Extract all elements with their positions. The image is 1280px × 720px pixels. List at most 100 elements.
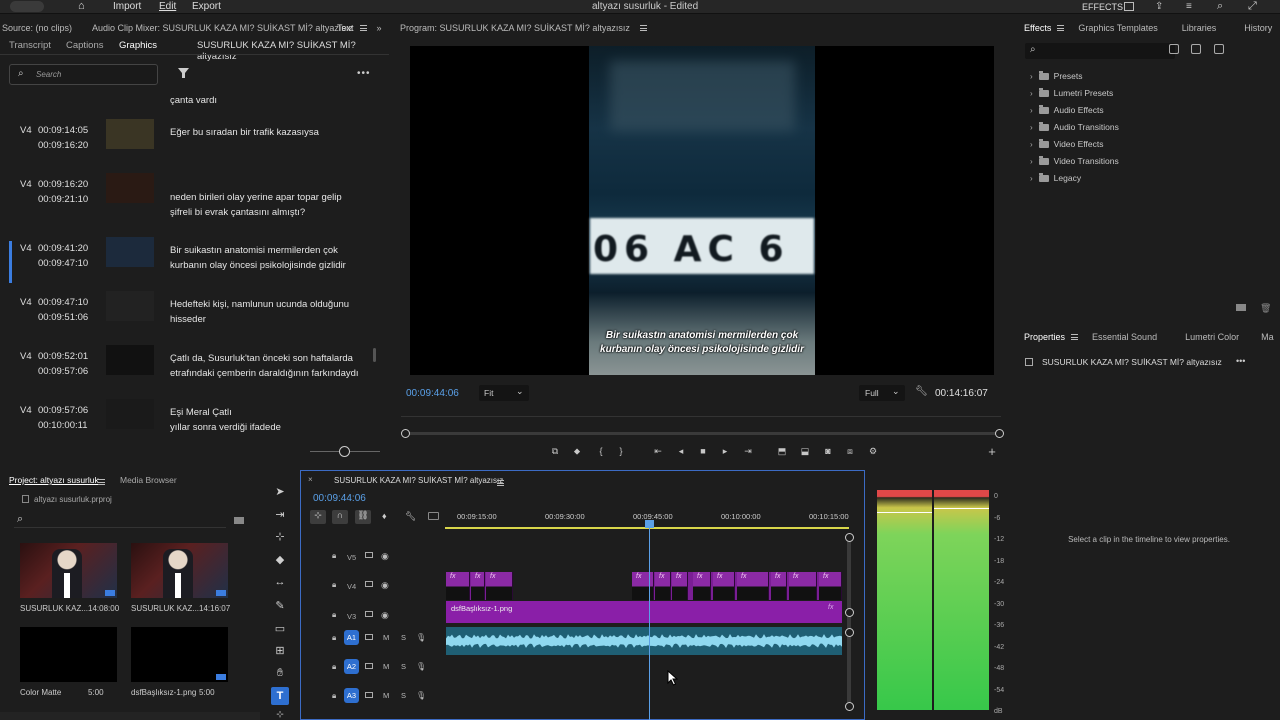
zoom-tool[interactable]: ⊞ <box>271 641 289 659</box>
scrub-end-handle[interactable] <box>995 429 1004 438</box>
timeline-timecode[interactable]: 00:09:44:06 <box>313 493 366 504</box>
eye-icon[interactable]: ◉ <box>381 610 389 621</box>
chevron-right-icon[interactable]: › <box>1030 174 1033 183</box>
add-button-icon[interactable]: + <box>985 444 999 459</box>
mute-button[interactable]: M <box>383 633 389 642</box>
caption-item[interactable]: V4 00:09:47:10 00:09:51:06 Hedefteki kişi, … <box>0 291 388 351</box>
project-thumbnail[interactable] <box>20 627 117 682</box>
a1-audio-clip[interactable] <box>446 627 842 655</box>
menu-export[interactable]: Export <box>192 1 221 12</box>
effects-item[interactable]: › Lumetri Presets <box>1030 86 1113 100</box>
fullscreen-icon[interactable]: ⤢ <box>1248 0 1257 13</box>
properties-menu-icon[interactable] <box>1071 334 1079 340</box>
go-to-out-icon[interactable]: ⇥ <box>741 444 755 458</box>
rectangle-tool[interactable]: ▭ <box>271 619 289 637</box>
project-tab[interactable]: Project: altyazı susurluk <box>9 475 99 485</box>
tab-properties[interactable]: Properties <box>1024 332 1065 342</box>
eye-icon[interactable]: ◉ <box>381 580 389 591</box>
chevron-right-icon[interactable]: › <box>1030 72 1033 81</box>
yuv-effects-icon[interactable] <box>1214 44 1224 54</box>
linked-selection-icon[interactable]: ⛓︎ <box>355 510 371 524</box>
eye-icon[interactable]: ◉ <box>381 551 389 562</box>
caption-item[interactable]: V4 00:09:14:05 00:09:16:20 Eğer bu sıradan … <box>0 119 388 179</box>
properties-more-icon[interactable]: ••• <box>1236 356 1245 366</box>
step-forward-icon[interactable]: ▸ <box>718 444 732 458</box>
panel-menu-icon[interactable] <box>359 25 367 31</box>
track-target-button[interactable]: A2 <box>344 659 359 674</box>
caption-item[interactable]: V4 00:09:41:20 00:09:47:10 Bir suikastın an… <box>0 237 388 297</box>
sync-lock-icon[interactable] <box>365 634 373 640</box>
caption-item[interactable]: V4 00:09:16:20 00:09:21:10 neden birileri o… <box>0 173 388 233</box>
magnet-icon[interactable]: ∩ <box>332 510 348 524</box>
v3-clip[interactable]: dsfBaşlıksız-1.png fx <box>446 601 842 623</box>
filter-icon[interactable] <box>178 67 189 79</box>
pen-tool[interactable]: ✎ <box>271 596 289 614</box>
close-icon[interactable]: × <box>308 475 313 484</box>
scrub-start-handle[interactable] <box>401 429 410 438</box>
delete-icon[interactable]: 🗑︎ <box>1260 303 1271 314</box>
lift-icon[interactable]: ⬒ <box>775 444 789 458</box>
scroll-handle-top[interactable] <box>845 533 854 542</box>
program-video[interactable]: 06 AC 6 Bir suikastın anatomisi mermiler… <box>410 46 994 375</box>
tab-captions[interactable]: Captions <box>66 40 104 51</box>
effects-item[interactable]: › Presets <box>1030 69 1083 83</box>
effects-item[interactable]: › Video Transitions <box>1030 154 1119 168</box>
mute-button[interactable]: M <box>383 691 389 700</box>
tab-graphics-templates[interactable]: Graphics Templates <box>1078 23 1157 33</box>
media-browser-tab[interactable]: Media Browser <box>120 475 177 485</box>
solo-button[interactable]: S <box>401 633 406 642</box>
stop-icon[interactable]: ■ <box>696 444 710 458</box>
lock-icon[interactable]: 🔒︎ <box>332 580 336 590</box>
tab-transcript[interactable]: Transcript <box>9 40 51 51</box>
lock-icon[interactable]: 🔒︎ <box>332 610 336 620</box>
tab-libraries[interactable]: Libraries <box>1182 23 1217 33</box>
scrub-bar[interactable] <box>404 432 1000 435</box>
project-thumbnail[interactable] <box>131 543 228 598</box>
track-target-button[interactable]: A1 <box>344 630 359 645</box>
project-thumbnail[interactable] <box>131 627 228 682</box>
fit-dropdown[interactable]: Fit ⌄ <box>479 385 529 401</box>
type-tool[interactable]: T <box>271 687 289 705</box>
expand-icon[interactable]: » <box>377 23 382 33</box>
razor-tool[interactable]: ◆ <box>271 550 289 568</box>
track-target-button[interactable]: A3 <box>344 688 359 703</box>
timeline-playhead[interactable] <box>649 520 650 720</box>
home-icon[interactable]: ⌂ <box>78 0 85 12</box>
track-select-tool[interactable]: ⇥ <box>271 505 289 523</box>
chevron-right-icon[interactable]: › <box>1030 89 1033 98</box>
slip-tool[interactable]: ↔ <box>271 573 289 591</box>
text-tab[interactable]: Text <box>337 23 354 33</box>
chevron-right-icon[interactable]: › <box>1030 157 1033 166</box>
chevron-right-icon[interactable]: › <box>1030 123 1033 132</box>
effects-item[interactable]: › Audio Effects <box>1030 103 1104 117</box>
new-bin-icon[interactable] <box>234 517 244 524</box>
settings-icon[interactable]: ⚙ <box>866 444 880 458</box>
project-menu-icon[interactable] <box>98 479 105 485</box>
menu-icon[interactable]: ≡ <box>1186 1 1192 12</box>
scroll-handle-mid2[interactable] <box>845 628 854 637</box>
mute-button[interactable]: M <box>383 662 389 671</box>
scroll-handle-mid[interactable] <box>845 608 854 617</box>
wrench-icon[interactable]: 🔧︎ <box>915 386 928 397</box>
lock-icon[interactable]: 🔒︎ <box>332 691 336 701</box>
mark-out-icon[interactable]: } <box>614 444 628 458</box>
tab-history[interactable]: History <box>1244 23 1272 33</box>
mic-icon[interactable]: 🎙︎ <box>416 662 426 671</box>
effects-item[interactable]: › Legacy <box>1030 171 1081 185</box>
effects-item[interactable]: › Audio Transitions <box>1030 120 1119 134</box>
tab-more[interactable]: Ma <box>1261 332 1274 342</box>
project-search-field[interactable]: ⌕ <box>14 513 226 528</box>
playhead-handle[interactable] <box>645 520 654 528</box>
timeline-settings-icon[interactable]: 🔧︎ <box>405 511 416 522</box>
timeline-tab[interactable]: SUSURLUK KAZA MI? SUİKAST Mİ? altyazısız <box>334 476 503 485</box>
mic-icon[interactable]: 🎙︎ <box>416 633 426 642</box>
compare-icon[interactable]: ⧈ <box>843 444 857 458</box>
lock-icon[interactable]: 🔒︎ <box>332 551 336 561</box>
add-marker-icon[interactable]: ♦ <box>382 511 387 521</box>
tab-effects[interactable]: Effects <box>1024 23 1051 33</box>
search-icon[interactable]: ⌕ <box>1217 0 1223 13</box>
hand-tool[interactable]: ✋︎ <box>271 664 289 682</box>
sync-lock-icon[interactable] <box>365 581 373 587</box>
solo-button[interactable]: S <box>401 662 406 671</box>
go-to-in-icon[interactable]: ⇤ <box>651 444 665 458</box>
